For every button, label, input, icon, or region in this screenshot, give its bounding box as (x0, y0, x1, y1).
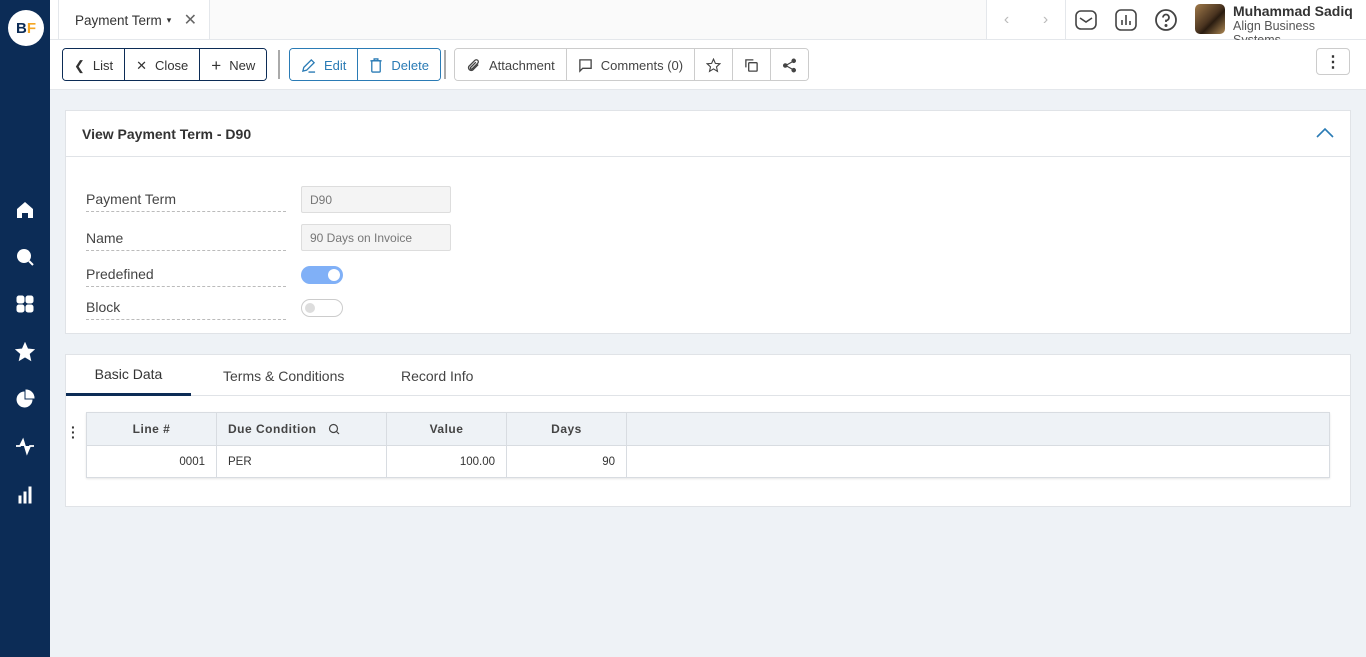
tab-strip-empty (210, 0, 986, 40)
prev-tab-button[interactable]: ‹ (1004, 11, 1009, 29)
column-header-value[interactable]: Value (386, 412, 507, 446)
tab-close-icon[interactable]: ✕ (184, 10, 197, 30)
column-header-filler (626, 412, 1330, 446)
comments-label: Comments (0) (600, 58, 684, 73)
field-label-name: Name (86, 230, 286, 251)
close-label: Close (155, 58, 189, 73)
tab-dropdown-icon[interactable]: ▾ (167, 15, 172, 26)
copy-icon (745, 59, 758, 72)
tab-navigation: ‹ › (986, 0, 1066, 40)
bar-chart-icon[interactable] (13, 482, 37, 506)
comment-icon (578, 59, 592, 73)
chevron-up-icon[interactable] (1316, 125, 1334, 139)
plus-icon: + (211, 55, 222, 75)
toolbar-divider (444, 50, 446, 79)
cell-value: 100.00 (386, 445, 507, 478)
list-button[interactable]: ❮ List (63, 49, 126, 80)
close-button[interactable]: ✕ Close (125, 49, 201, 80)
home-icon[interactable] (13, 198, 37, 222)
favorite-button[interactable] (695, 49, 734, 80)
cell-days: 90 (506, 445, 627, 478)
chevron-left-icon: ❮ (74, 57, 85, 73)
share-button[interactable] (771, 49, 809, 80)
reports-icon[interactable] (1114, 8, 1138, 32)
logo-letter-b: B (15, 19, 27, 37)
attachment-label: Attachment (489, 58, 555, 73)
form-title: View Payment Term - D90 (66, 111, 1350, 157)
block-toggle[interactable] (301, 299, 343, 317)
trash-icon (370, 58, 383, 73)
payment-term-header-card: View Payment Term - D90 Payment Term D90… (65, 110, 1351, 334)
cell-filler (627, 446, 1330, 478)
user-name[interactable]: Muhammad Sadiq (1233, 3, 1353, 19)
edit-label: Edit (324, 58, 347, 73)
edit-button[interactable]: Edit (290, 49, 359, 80)
apps-grid-icon[interactable] (13, 292, 37, 316)
close-icon: ✕ (136, 57, 148, 73)
help-icon[interactable] (1154, 8, 1178, 32)
search-icon[interactable] (13, 245, 37, 269)
paperclip-icon (467, 59, 479, 72)
app-logo[interactable]: BF (8, 10, 44, 46)
table-row[interactable]: 0001 PER 100.00 90 (86, 445, 1330, 478)
next-tab-button[interactable]: › (1043, 11, 1048, 29)
tab-terms-conditions[interactable]: Terms & Conditions (223, 355, 344, 396)
cell-due-condition: PER (216, 445, 387, 478)
comments-button[interactable]: Comments (0) (566, 49, 696, 80)
share-icon (783, 58, 797, 73)
toolbar-divider (278, 50, 280, 79)
name-field: 90 Days on Invoice (301, 224, 451, 251)
activity-icon[interactable] (13, 434, 37, 458)
attachment-button[interactable]: Attachment (455, 49, 567, 80)
sidebar: BF (0, 0, 50, 657)
top-bar: Payment Term ▾ ✕ ‹ › Muhammad Sadiq Alig… (50, 0, 1366, 47)
logo-letter-f: F (26, 19, 36, 37)
delete-label: Delete (391, 58, 429, 73)
column-header-due-condition[interactable]: Due Condition (216, 412, 387, 446)
inbox-icon[interactable] (1074, 8, 1098, 32)
field-label-predefined: Predefined (86, 266, 286, 287)
payment-lines-grid: Line # Due Condition Value Days 0001 PER… (86, 412, 1330, 478)
new-label: New (229, 58, 256, 73)
due-condition-label: Due Condition (228, 422, 317, 436)
pencil-icon (301, 58, 316, 73)
copy-button[interactable] (733, 49, 772, 80)
list-label: List (92, 58, 114, 73)
tab-basic-data[interactable]: Basic Data (66, 355, 191, 396)
tab-record-info[interactable]: Record Info (401, 355, 473, 396)
tab-title: Payment Term (75, 12, 162, 28)
details-card: Basic Data Terms & Conditions Record Inf… (65, 354, 1351, 507)
grid-options-icon[interactable]: · · · (71, 420, 76, 444)
delete-button[interactable]: Delete (358, 49, 440, 80)
star-icon[interactable] (13, 340, 37, 364)
column-header-days[interactable]: Days (506, 412, 627, 446)
pie-chart-icon[interactable] (13, 387, 37, 411)
tab-payment-term[interactable]: Payment Term ▾ ✕ (58, 0, 210, 40)
edit-button-group: Edit Delete (289, 48, 441, 81)
cell-line: 0001 (86, 445, 217, 478)
predefined-toggle[interactable] (301, 266, 343, 284)
payment-term-field: D90 (301, 186, 451, 213)
navigation-button-group: ❮ List ✕ Close + New (62, 48, 268, 81)
field-label-block: Block (86, 299, 286, 320)
detail-tabs: Basic Data Terms & Conditions Record Inf… (66, 355, 1350, 396)
new-button[interactable]: + New (200, 49, 267, 80)
field-label-payment-term: Payment Term (86, 191, 286, 212)
column-header-line[interactable]: Line # (86, 412, 217, 446)
star-outline-icon (706, 58, 722, 73)
action-toolbar: ❮ List ✕ Close + New Edit Delete Attachment… (50, 40, 1366, 90)
more-options-button[interactable]: ⋮ (1316, 48, 1350, 75)
user-avatar[interactable] (1195, 4, 1225, 34)
search-icon[interactable] (328, 423, 340, 435)
utility-button-group: Attachment Comments (0) (454, 48, 810, 81)
grid-header-row: Line # Due Condition Value Days (86, 412, 1330, 446)
